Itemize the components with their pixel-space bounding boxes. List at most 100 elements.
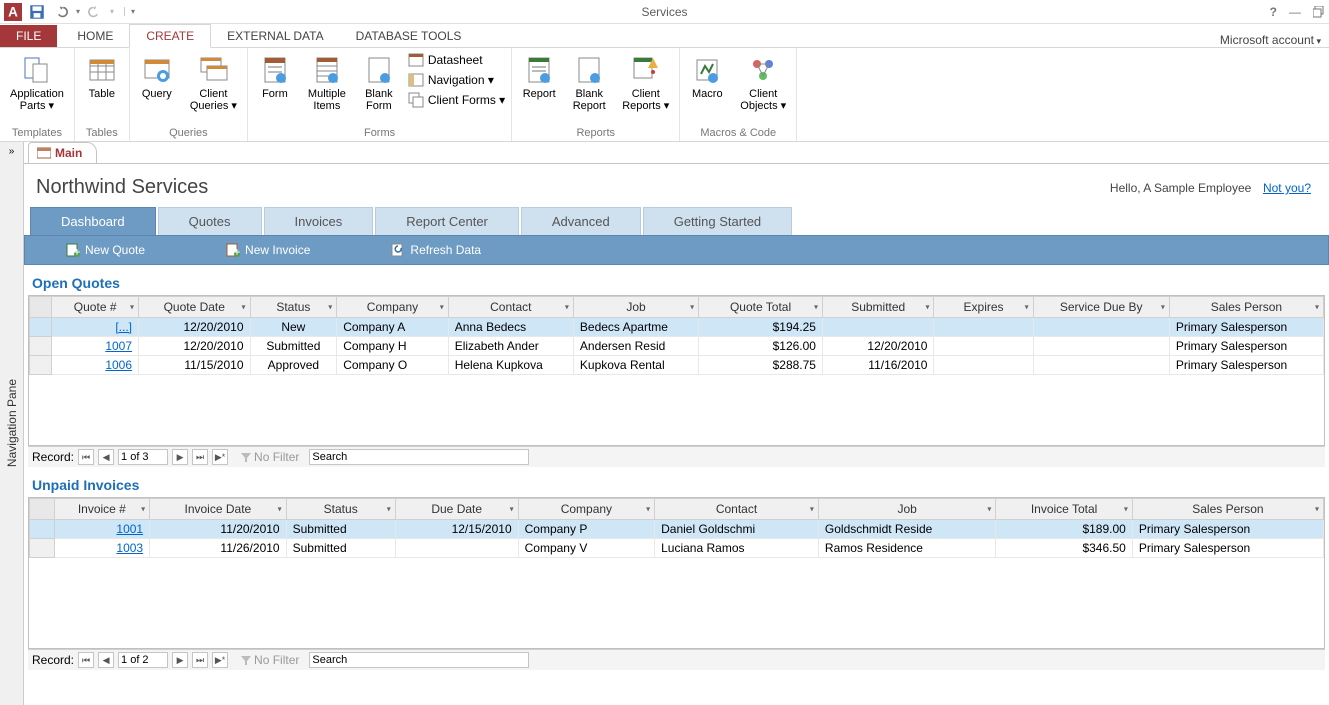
row-selector[interactable] xyxy=(30,520,55,539)
report-button[interactable]: Report xyxy=(518,52,560,102)
refresh-data-button[interactable]: Refresh Data xyxy=(390,242,481,258)
column-header[interactable]: Invoice Total▾ xyxy=(996,499,1132,520)
query-button[interactable]: Query xyxy=(136,52,178,102)
column-header[interactable]: Quote Total▾ xyxy=(699,297,823,318)
quotes-search-input[interactable] xyxy=(309,449,529,465)
tab-database-tools[interactable]: DATABASE TOOLS xyxy=(340,25,478,47)
chevron-down-icon[interactable]: ▾ xyxy=(814,303,818,312)
column-header[interactable]: Invoice Date▾ xyxy=(150,499,286,520)
tab-home[interactable]: HOME xyxy=(61,25,129,47)
new-record-button[interactable]: ▶* xyxy=(212,652,228,668)
record-position-input[interactable] xyxy=(118,652,168,668)
row-selector[interactable] xyxy=(30,337,52,356)
chevron-down-icon[interactable]: ▾ xyxy=(1315,505,1319,514)
column-header[interactable]: Submitted▾ xyxy=(822,297,933,318)
invoices-search-input[interactable] xyxy=(309,652,529,668)
record-link[interactable]: 1001 xyxy=(54,520,150,539)
multiple-items-button[interactable]: Multiple Items xyxy=(304,52,350,114)
new-record-button[interactable]: ▶* xyxy=(212,449,228,465)
table-row[interactable]: 100712/20/2010SubmittedCompany HElizabet… xyxy=(30,337,1324,356)
chevron-down-icon[interactable]: ▾ xyxy=(646,505,650,514)
application-parts-button[interactable]: Application Parts ▾ xyxy=(6,52,68,114)
new-quote-button[interactable]: +New Quote xyxy=(65,242,145,258)
macro-button[interactable]: Macro xyxy=(686,52,728,102)
chevron-down-icon[interactable]: ▾ xyxy=(278,505,282,514)
column-header[interactable]: Due Date▾ xyxy=(395,499,518,520)
table-row[interactable]: 100111/20/2010Submitted12/15/2010Company… xyxy=(30,520,1324,539)
next-record-button[interactable]: ▶ xyxy=(172,652,188,668)
column-header[interactable]: Contact▾ xyxy=(655,499,819,520)
prev-record-button[interactable]: ◀ xyxy=(98,449,114,465)
record-link[interactable]: [...] xyxy=(52,318,139,337)
column-header[interactable]: Contact▾ xyxy=(448,297,573,318)
form-tab-getting-started[interactable]: Getting Started xyxy=(643,207,792,235)
form-tab-advanced[interactable]: Advanced xyxy=(521,207,641,235)
chevron-down-icon[interactable]: ▾ xyxy=(510,505,514,514)
blank-form-button[interactable]: Blank Form xyxy=(358,52,400,114)
record-link[interactable]: 1006 xyxy=(52,356,139,375)
account-menu[interactable]: Microsoft account xyxy=(1220,33,1321,47)
table-row[interactable]: 100311/26/2010SubmittedCompany VLuciana … xyxy=(30,539,1324,558)
chevron-down-icon[interactable]: ▾ xyxy=(130,303,134,312)
tab-external-data[interactable]: EXTERNAL DATA xyxy=(211,25,339,47)
chevron-down-icon[interactable]: ▾ xyxy=(141,505,145,514)
new-invoice-button[interactable]: +New Invoice xyxy=(225,242,310,258)
table-row[interactable]: 100611/15/2010ApprovedCompany OHelena Ku… xyxy=(30,356,1324,375)
chevron-down-icon[interactable]: ▾ xyxy=(565,303,569,312)
document-tab-main[interactable]: Main xyxy=(28,142,97,163)
prev-record-button[interactable]: ◀ xyxy=(98,652,114,668)
undo-dropdown[interactable]: ▾ xyxy=(76,7,80,16)
chevron-down-icon[interactable]: ▾ xyxy=(328,303,332,312)
client-forms-button[interactable]: Client Forms ▾ xyxy=(408,92,505,108)
form-tab-invoices[interactable]: Invoices xyxy=(264,207,374,235)
column-header[interactable]: Sales Person▾ xyxy=(1132,499,1323,520)
chevron-down-icon[interactable]: ▾ xyxy=(1315,303,1319,312)
column-header[interactable]: Quote Date▾ xyxy=(139,297,250,318)
record-link[interactable]: 1003 xyxy=(54,539,150,558)
record-link[interactable]: 1007 xyxy=(52,337,139,356)
chevron-down-icon[interactable]: ▾ xyxy=(690,303,694,312)
chevron-down-icon[interactable]: ▾ xyxy=(987,505,991,514)
datasheet-button[interactable]: Datasheet xyxy=(408,52,505,68)
column-header[interactable]: Invoice #▾ xyxy=(54,499,150,520)
tab-create[interactable]: CREATE xyxy=(129,24,211,48)
row-selector-header[interactable] xyxy=(30,499,55,520)
chevron-down-icon[interactable]: ▾ xyxy=(387,505,391,514)
first-record-button[interactable]: ⏮ xyxy=(78,652,94,668)
client-queries-button[interactable]: Client Queries ▾ xyxy=(186,52,241,114)
not-you-link[interactable]: Not you? xyxy=(1263,181,1311,195)
row-selector[interactable] xyxy=(30,356,52,375)
table-button[interactable]: Table xyxy=(81,52,123,102)
redo-icon[interactable] xyxy=(86,3,104,21)
navigation-button[interactable]: Navigation ▾ xyxy=(408,72,505,88)
qat-customize[interactable]: ▾ xyxy=(124,7,135,16)
restore-icon[interactable] xyxy=(1313,6,1325,18)
chevron-down-icon[interactable]: ▾ xyxy=(440,303,444,312)
last-record-button[interactable]: ⏭ xyxy=(192,449,208,465)
chevron-down-icon[interactable]: ▾ xyxy=(925,303,929,312)
chevron-down-icon[interactable]: ▾ xyxy=(241,303,245,312)
undo-icon[interactable] xyxy=(52,3,70,21)
navigation-pane-toggle[interactable]: » Navigation Pane xyxy=(0,142,24,705)
form-button[interactable]: Form xyxy=(254,52,296,102)
column-header[interactable]: Status▾ xyxy=(286,499,395,520)
form-tab-report-center[interactable]: Report Center xyxy=(375,207,519,235)
column-header[interactable]: Company▾ xyxy=(337,297,448,318)
minimize-icon[interactable]: — xyxy=(1289,5,1301,19)
form-tab-dashboard[interactable]: Dashboard xyxy=(30,207,156,235)
save-icon[interactable] xyxy=(28,3,46,21)
column-header[interactable]: Service Due By▾ xyxy=(1033,297,1169,318)
table-row[interactable]: [...]12/20/2010NewCompany AAnna BedecsBe… xyxy=(30,318,1324,337)
last-record-button[interactable]: ⏭ xyxy=(192,652,208,668)
chevron-down-icon[interactable]: ▾ xyxy=(1124,505,1128,514)
first-record-button[interactable]: ⏮ xyxy=(78,449,94,465)
chevron-down-icon[interactable]: ▾ xyxy=(810,505,814,514)
chevron-down-icon[interactable]: ▾ xyxy=(1025,303,1029,312)
column-header[interactable]: Sales Person▾ xyxy=(1169,297,1323,318)
row-selector[interactable] xyxy=(30,539,55,558)
client-objects-button[interactable]: Client Objects ▾ xyxy=(736,52,790,114)
column-header[interactable]: Job▾ xyxy=(573,297,698,318)
row-selector[interactable] xyxy=(30,318,52,337)
column-header[interactable]: Job▾ xyxy=(818,499,995,520)
redo-dropdown[interactable]: ▾ xyxy=(110,7,114,16)
